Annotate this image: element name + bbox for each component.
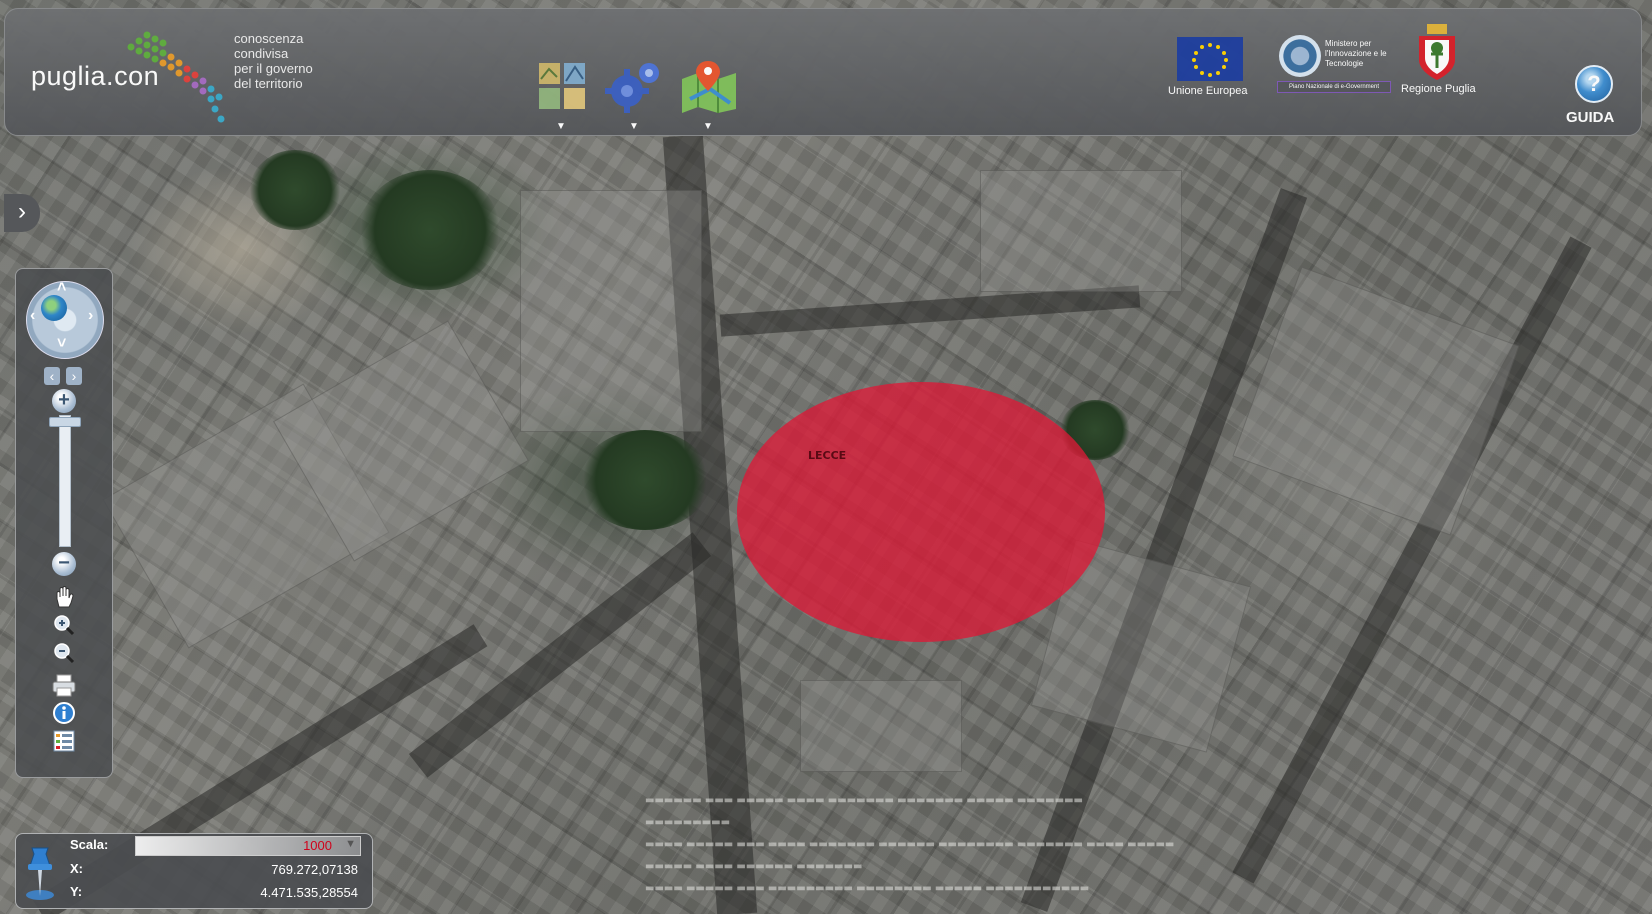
puglia-logo-dots-icon (127, 31, 225, 123)
header-bar: puglia.con conoscenza condivisa per il g… (4, 8, 1642, 136)
expand-sidebar-button[interactable]: › (4, 194, 40, 232)
regione-puglia-label: Regione Puglia (1401, 83, 1476, 95)
map-canvas[interactable]: LECCE ▬▬▬▬▬▬ ▬▬▬ ▬▬▬▬▬ ▬▬▬▬ ▬▬▬▬▬▬▬ ▬▬▬▬… (0, 0, 1652, 914)
ministry-emblem-icon[interactable] (1279, 35, 1321, 77)
logo-tagline: conoscenza condivisa per il governo del … (234, 31, 313, 91)
info-icon (53, 702, 75, 724)
layers-menu-caret[interactable]: ▼ (556, 121, 566, 132)
pan-hand-icon (56, 586, 74, 608)
y-label: Y: (70, 884, 83, 899)
zoom-out-button[interactable]: − (52, 552, 76, 576)
eu-flag-icon[interactable] (1177, 37, 1243, 81)
zoom-in-button[interactable]: + (52, 389, 76, 413)
info-button[interactable] (50, 701, 78, 727)
layers-menu-button[interactable] (535, 59, 589, 113)
coordinates-panel: Scala: 1000 ▼ X: 769.272,07138 Y: 4.471.… (15, 833, 373, 909)
zoom-slider-track[interactable] (59, 415, 71, 547)
zoom-in-box-icon (54, 615, 75, 636)
x-label: X: (70, 861, 83, 876)
highlighted-area[interactable] (737, 382, 1105, 642)
zoom-out-box-button[interactable] (50, 641, 78, 667)
navigation-panel: ˄ ˅ ‹ › ‹ › + − (15, 268, 113, 778)
scale-select[interactable]: 1000 ▼ (135, 836, 361, 856)
legend-button[interactable] (50, 729, 78, 755)
help-button[interactable]: ? (1575, 65, 1613, 103)
pan-down-button[interactable]: ˅ (57, 335, 66, 353)
help-label[interactable]: GUIDA (1566, 109, 1614, 126)
settings-menu-caret[interactable]: ▼ (629, 121, 639, 132)
pan-left-button[interactable]: ‹ (30, 307, 35, 325)
ministry-subtitle: Piano Nazionale di e-Government (1277, 81, 1391, 93)
previous-extent-button[interactable]: ‹ (44, 367, 60, 385)
regione-puglia-crest-icon[interactable] (1417, 24, 1457, 80)
layers-grid-icon (539, 63, 585, 109)
print-icon (52, 674, 76, 697)
map-menu-button[interactable] (680, 59, 736, 113)
map-menu-caret[interactable]: ▼ (703, 121, 713, 132)
eu-label: Unione Europea (1168, 85, 1248, 97)
chevron-down-icon[interactable]: ▼ (345, 838, 356, 850)
globe-icon[interactable] (41, 295, 67, 321)
scale-value: 1000 (303, 838, 332, 853)
map-pin-icon (682, 61, 736, 113)
print-button[interactable] (50, 673, 78, 699)
legend-icon (53, 730, 75, 752)
zoom-slider-thumb[interactable] (49, 417, 81, 427)
ministry-text: Ministero per l'Innovazione e le Tecnolo… (1325, 39, 1387, 68)
gears-icon (605, 63, 659, 113)
pan-up-button[interactable]: ˄ (57, 279, 66, 297)
settings-menu-button[interactable] (605, 59, 659, 113)
x-coordinate: 769.272,07138 (271, 862, 358, 877)
feature-label: LECCE (808, 449, 847, 462)
zoom-in-box-button[interactable] (50, 613, 78, 639)
pan-right-button[interactable]: › (88, 307, 93, 325)
y-coordinate: 4.471.535,28554 (260, 885, 358, 900)
next-extent-button[interactable]: › (66, 367, 82, 385)
scale-label: Scala: (70, 837, 109, 852)
pan-hand-button[interactable] (50, 585, 78, 611)
pushpin-icon (26, 847, 54, 900)
map-attribution: ▬▬▬▬▬▬ ▬▬▬ ▬▬▬▬▬ ▬▬▬▬ ▬▬▬▬▬▬▬ ▬▬▬▬▬▬▬ ▬▬… (645, 795, 1175, 894)
zoom-out-box-icon (54, 643, 75, 664)
